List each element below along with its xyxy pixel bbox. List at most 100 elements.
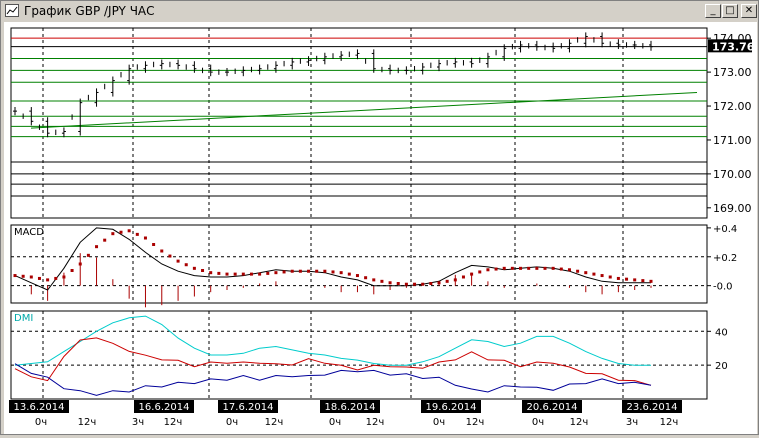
macd-signal-point <box>404 282 408 286</box>
macd-signal-point <box>70 269 74 272</box>
macd-signal-point <box>127 229 131 233</box>
macd-signal-point <box>535 266 539 270</box>
macd-signal-point <box>649 279 653 283</box>
macd-signal-point <box>290 269 294 273</box>
x-hour-label: 12ч <box>570 417 589 428</box>
macd-signal-point <box>461 275 465 279</box>
macd-signal-point <box>429 282 433 285</box>
macd-signal-point <box>103 238 107 242</box>
macd-signal-point <box>135 232 139 236</box>
macd-signal-point <box>396 282 400 285</box>
macd-signal-point <box>176 259 180 263</box>
macd-signal-point <box>192 266 196 270</box>
macd-signal-point <box>209 271 213 275</box>
macd-signal-point <box>355 274 359 278</box>
macd-signal-point <box>576 269 580 273</box>
macd-signal-point <box>315 269 319 273</box>
macd-y-tick-label: +0.4 <box>713 224 737 235</box>
price-panel-frame <box>10 27 708 219</box>
x-hour-label: 12ч <box>265 417 284 428</box>
chart-window: График GBP /JPY ЧАС _ □ ✕ 174.00 173.00 17… <box>0 0 759 435</box>
macd-signal-point <box>225 272 229 276</box>
dmi-panel-frame <box>10 310 708 400</box>
macd-signal-point <box>453 278 457 282</box>
macd-signal-point <box>168 254 172 258</box>
macd-signal-point <box>625 277 629 281</box>
macd-signal-point <box>413 282 417 286</box>
x-date-label: 20.6.2014 <box>527 402 578 413</box>
price-y-tick-label: 170.00 <box>713 168 752 181</box>
x-date-label: 13.6.2014 <box>14 402 65 413</box>
macd-signal-point <box>616 276 620 280</box>
dmi-title: DMI <box>14 313 33 324</box>
macd-signal-point <box>241 272 245 276</box>
x-date-label: 16.6.2014 <box>139 402 190 413</box>
macd-signal-point <box>510 266 514 270</box>
macd-signal-point <box>567 268 571 272</box>
price-y-tick-label: 173.00 <box>713 66 752 79</box>
x-date-label: 23.6.2014 <box>627 402 678 413</box>
macd-signal-point <box>119 230 123 234</box>
macd-signal-point <box>543 266 547 270</box>
macd-signal-point <box>323 269 327 273</box>
macd-signal-point <box>445 279 449 283</box>
price-y-tick-label: 169.00 <box>713 202 752 215</box>
x-date-label: 19.6.2014 <box>426 402 477 413</box>
macd-signal-point <box>364 276 368 280</box>
macd-signal-point <box>478 270 482 274</box>
price-y-tick-label: 171.00 <box>713 134 752 147</box>
macd-signal-point <box>633 278 637 282</box>
macd-signal-point <box>641 279 645 283</box>
macd-signal-point <box>608 275 612 279</box>
x-date-label: 18.6.2014 <box>325 402 376 413</box>
x-date-label: 17.6.2014 <box>223 402 274 413</box>
macd-signal-point <box>584 271 588 275</box>
macd-signal-point <box>339 271 343 275</box>
current-price-label: 173.76 <box>712 40 755 53</box>
macd-signal-point <box>421 282 425 286</box>
macd-signal-point <box>37 276 41 280</box>
macd-signal-point <box>592 272 596 276</box>
macd-signal-point <box>372 278 376 282</box>
maximize-button[interactable]: □ <box>722 4 738 18</box>
macd-signal-point <box>527 266 531 270</box>
macd-signal-point <box>258 272 262 276</box>
macd-signal-point <box>266 271 270 275</box>
macd-signal-point <box>470 272 474 276</box>
macd-signal-point <box>78 262 82 266</box>
macd-signal-point <box>559 267 563 271</box>
macd-signal-point <box>282 270 286 274</box>
macd-signal-point <box>86 253 90 257</box>
minimize-button[interactable]: _ <box>705 4 721 18</box>
x-hour-label: 3ч <box>132 417 144 428</box>
macd-signal-point <box>143 236 147 240</box>
macd-signal-point <box>249 272 253 276</box>
macd-signal-point <box>437 281 441 285</box>
macd-signal-point <box>184 263 188 267</box>
x-hour-label: 0ч <box>35 417 47 428</box>
x-hour-label: 12ч <box>466 417 485 428</box>
macd-signal-point <box>274 271 278 275</box>
macd-signal-point <box>152 243 156 246</box>
x-hour-label: 12ч <box>660 417 679 428</box>
macd-signal-point <box>347 272 351 276</box>
x-hour-label: 12ч <box>164 417 183 428</box>
macd-signal-point <box>380 279 384 283</box>
macd-signal-point <box>551 266 555 270</box>
chart-svg[interactable]: 174.00173.00172.00171.00170.00169.00173.… <box>4 22 757 434</box>
close-button[interactable]: ✕ <box>741 4 757 18</box>
chart-area[interactable]: 174.00 173.00 172.00 171.00 170.00 169.00 173.… <box>4 22 757 434</box>
title-bar[interactable]: График GBP /JPY ЧАС _ □ ✕ <box>2 2 757 20</box>
price-y-tick-label: 172.00 <box>713 100 752 113</box>
x-hour-label: 0ч <box>226 417 238 428</box>
macd-signal-point <box>21 274 25 278</box>
macd-signal-point <box>29 275 33 279</box>
x-hour-label: 0ч <box>329 417 341 428</box>
macd-signal-point <box>111 232 115 236</box>
macd-y-tick-label: -0.0 <box>713 282 733 293</box>
macd-signal-point <box>486 268 490 272</box>
macd-signal-point <box>13 274 17 278</box>
macd-signal-point <box>519 266 523 270</box>
macd-signal-point <box>62 275 66 279</box>
macd-signal-point <box>54 276 58 280</box>
